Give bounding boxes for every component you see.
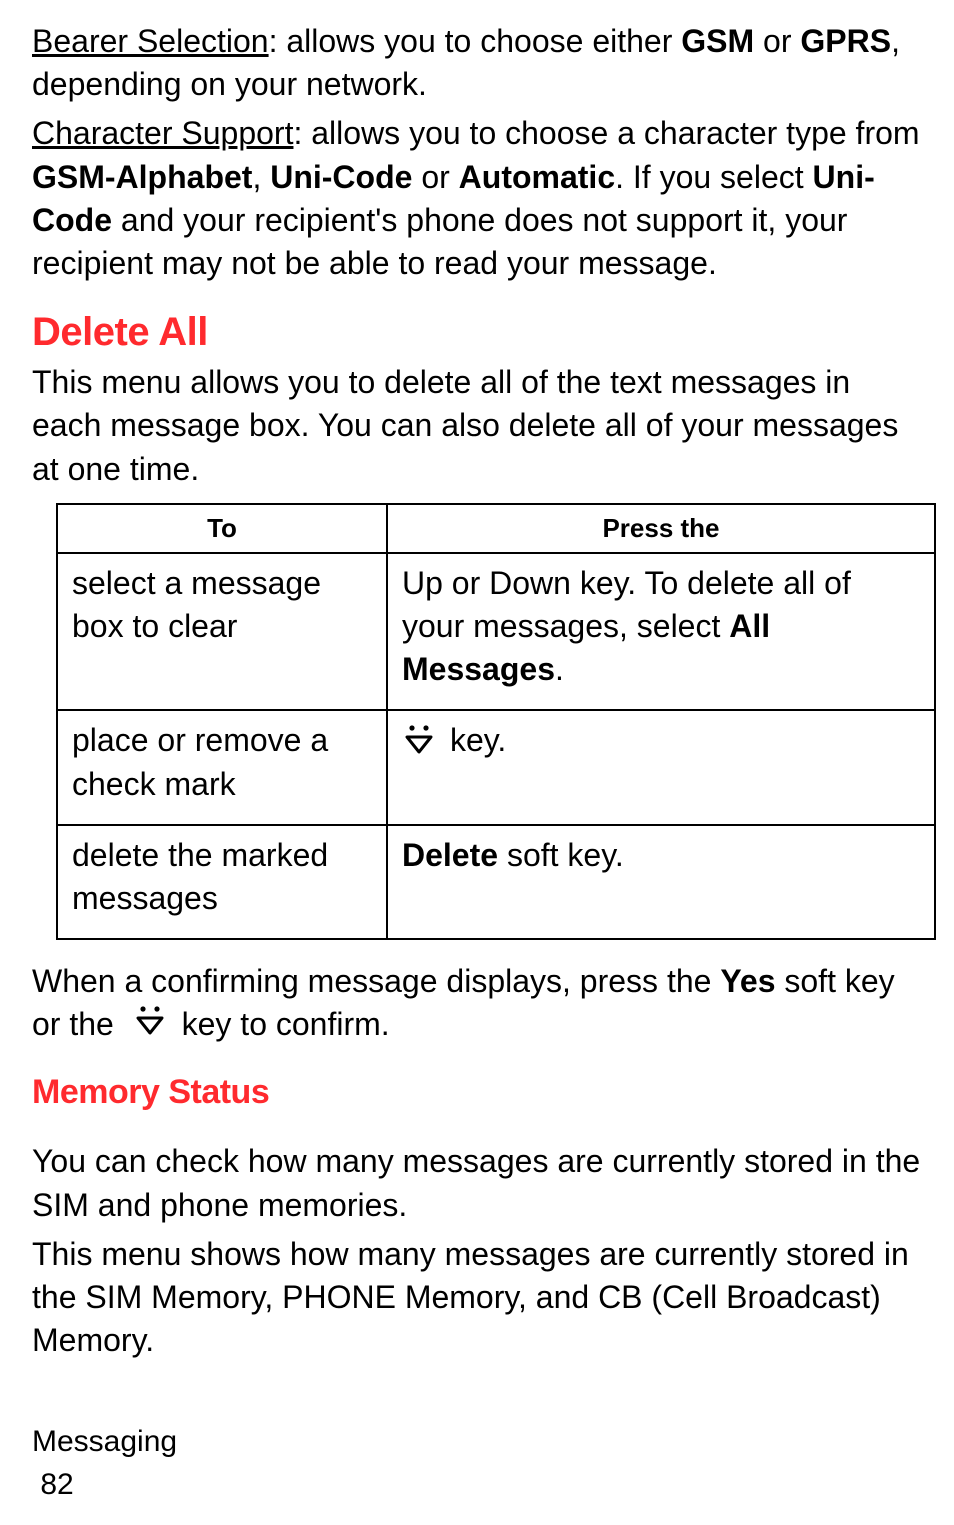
memory-status-p2: This menu shows how many messages are cu… [32,1233,926,1363]
table-row: place or remove a check mark key. [57,710,935,824]
nav-key-icon [133,1003,167,1041]
table-cell: place or remove a check mark [57,710,387,824]
table-row: select a message box to clear Up or Down… [57,553,935,711]
delete-all-heading: Delete All [32,305,926,359]
bearer-selection-paragraph: Bearer Selection: allows you to choose e… [32,20,926,106]
table-cell: select a message box to clear [57,553,387,711]
character-support-paragraph: Character Support: allows you to choose … [32,112,926,285]
confirm-paragraph: When a confirming message displays, pres… [32,960,926,1052]
table-header-row: To Press the [57,504,935,553]
memory-status-heading: Memory Status [32,1070,926,1116]
table-cell: key. [387,710,935,824]
table-cell: Up or Down key. To delete all of your me… [387,553,935,711]
delete-all-intro: This menu allows you to delete all of th… [32,361,926,491]
table-cell: Delete soft key. [387,825,935,939]
memory-status-p1: You can check how many messages are curr… [32,1140,926,1226]
character-support-label: Character Support [32,115,293,151]
bearer-selection-label: Bearer Selection [32,23,269,59]
table-row: delete the marked messages Delete soft k… [57,825,935,939]
table-header-press: Press the [387,504,935,553]
table-cell: delete the marked messages [57,825,387,939]
delete-all-table: To Press the select a message box to cle… [56,503,936,940]
page-number: 82 [32,1465,926,1506]
nav-key-icon [402,722,436,760]
table-header-to: To [57,504,387,553]
footer-section-label: Messaging [32,1422,926,1463]
